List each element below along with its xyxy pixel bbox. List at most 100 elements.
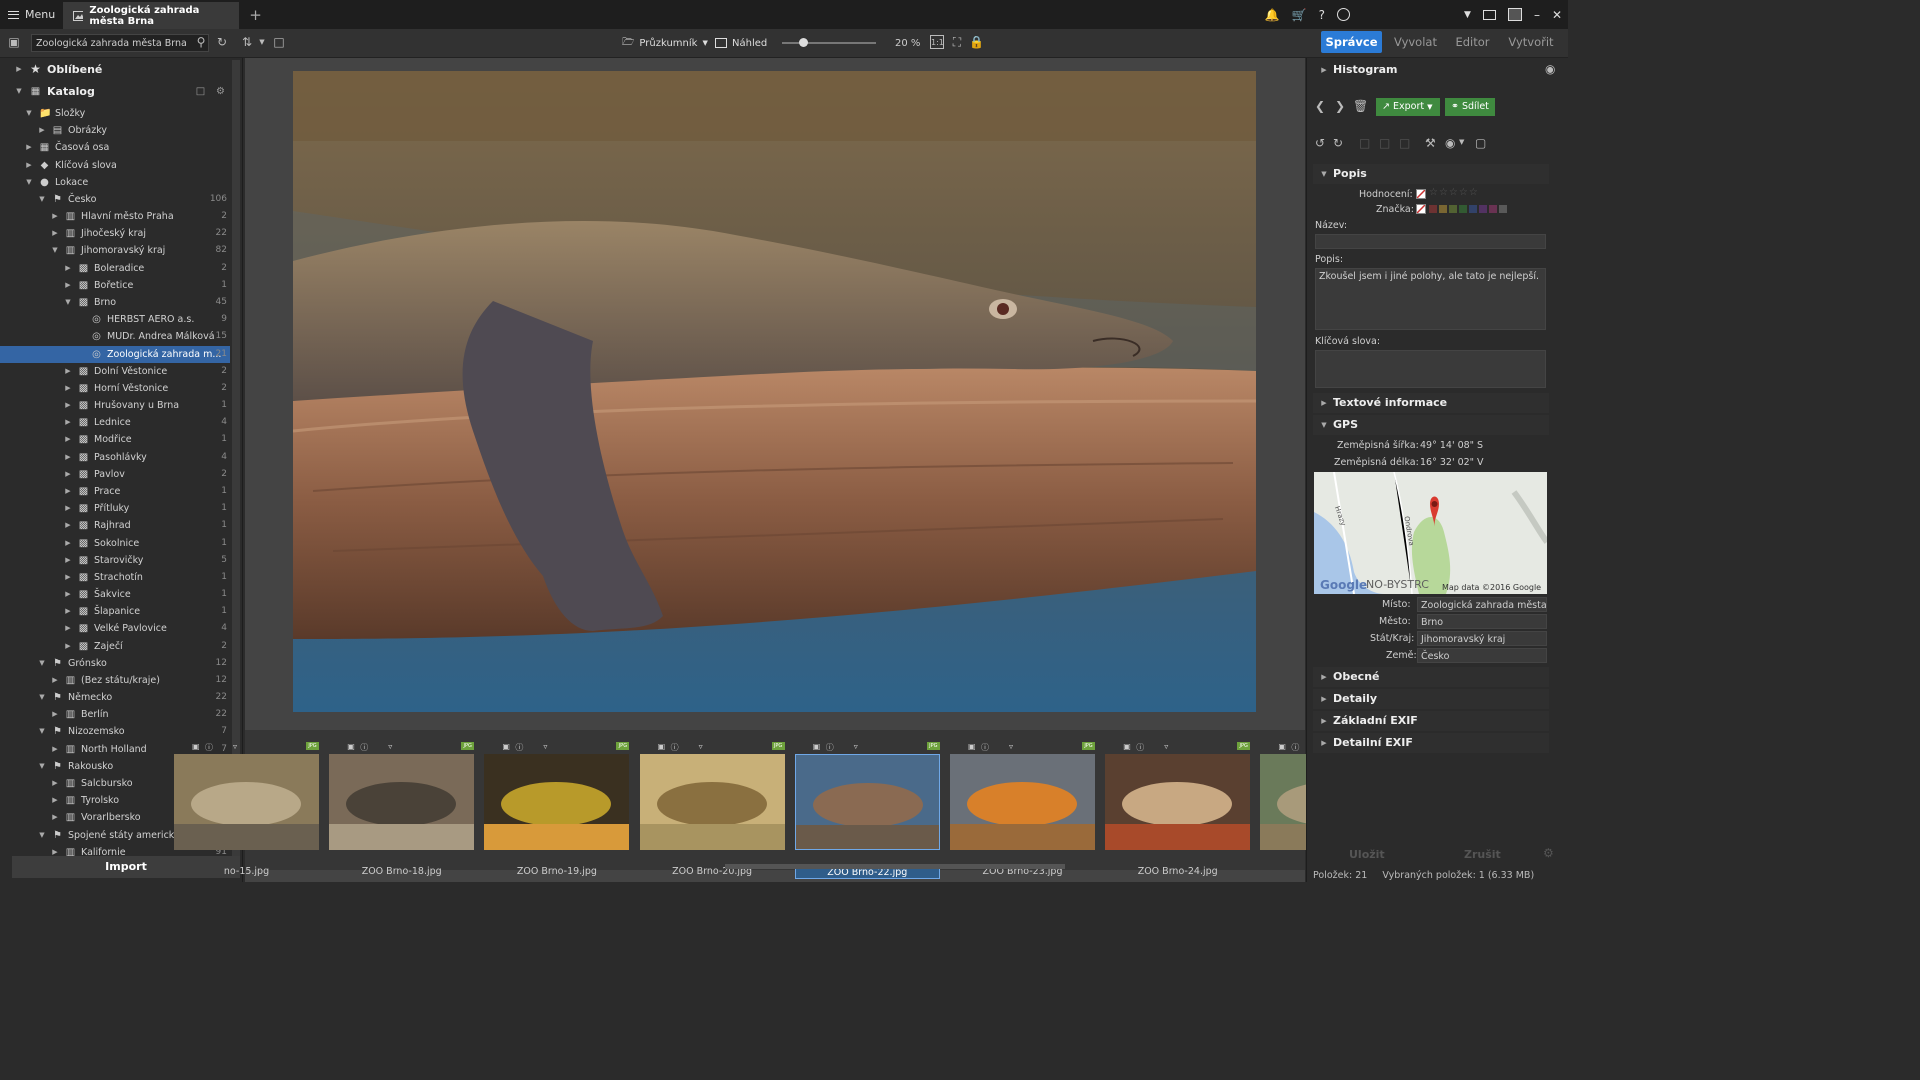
tree-item[interactable]: ▼ 📁 Složky	[0, 105, 230, 122]
explorer-mode-button[interactable]: 🗁 Průzkumník ▼	[622, 34, 708, 52]
tree-item[interactable]: ▶ ▥ Berlín 22	[0, 706, 230, 723]
color-mark-swatch[interactable]	[1449, 205, 1457, 213]
chevron-right-icon[interactable]: ▶	[63, 517, 73, 534]
gps-section[interactable]: ▼ GPS	[1313, 415, 1549, 435]
chevron-right-icon[interactable]: ▶	[24, 157, 34, 174]
chevron-right-icon[interactable]: ▶	[50, 792, 60, 809]
chevron-right-icon[interactable]: ▶	[63, 569, 73, 586]
cart-icon[interactable]: 🛒	[1292, 8, 1307, 22]
settings-icon[interactable]: ◉	[1545, 62, 1555, 76]
chevron-right-icon[interactable]: ▶	[63, 466, 73, 483]
tree-item[interactable]: ▶ ▩ Šlapanice 1	[0, 603, 230, 620]
rotate-left-icon[interactable]: ↺	[1315, 136, 1325, 150]
tree-item[interactable]: ▶ ▩ Hrušovany u Brna 1	[0, 397, 230, 414]
fullscreen-icon[interactable]	[1507, 8, 1522, 21]
tree-item[interactable]: ▶ ▩ Velké Pavlovice 4	[0, 620, 230, 637]
tree-item[interactable]: ▶ ▥ (Bez státu/kraje) 12	[0, 672, 230, 689]
tree-item[interactable]: ▼ ▩ Brno 45	[0, 294, 230, 311]
tree-item[interactable]: ▶ ▩ Strachotín 1	[0, 569, 230, 586]
color-mark-swatch[interactable]	[1459, 205, 1467, 213]
catalog-item[interactable]: ▼ ▦ Katalog □ ⚙	[0, 83, 230, 100]
export-button[interactable]: ↗ Export ▼	[1376, 98, 1440, 116]
browse-folder-icon[interactable]: ▣	[7, 35, 21, 49]
chevron-down-icon[interactable]: ▼	[37, 758, 47, 775]
color-mark-swatch[interactable]	[1429, 205, 1437, 213]
color-marks[interactable]	[1429, 205, 1507, 213]
color-mark-swatch[interactable]	[1469, 205, 1477, 213]
help-icon[interactable]: ?	[1319, 8, 1325, 22]
tree-item[interactable]: ▶ ▤ Obrázky	[0, 122, 230, 139]
tree-item[interactable]: ▶ ▩ Bořetice 1	[0, 277, 230, 294]
tree-item[interactable]: ▼ ● Lokace	[0, 174, 230, 191]
main-photo[interactable]	[293, 71, 1256, 712]
tree-item[interactable]: ▶ ▩ Šakvice 1	[0, 586, 230, 603]
tree-item[interactable]: ◎ MUDr. Andrea Málková 15	[0, 328, 230, 345]
close-icon[interactable]: ✕	[1552, 8, 1562, 22]
country-field[interactable]: Česko	[1417, 648, 1547, 663]
tab-manager[interactable]: Správce	[1321, 31, 1382, 53]
search-input[interactable]	[31, 34, 209, 52]
lock-icon[interactable]: 🔒	[969, 35, 984, 49]
color-mark-swatch[interactable]	[1439, 205, 1447, 213]
chevron-down-icon[interactable]: ▼	[1459, 138, 1464, 146]
refresh-icon[interactable]: ↻	[215, 35, 229, 49]
share-button[interactable]: ⚭ Sdílet	[1445, 98, 1495, 116]
tree-item[interactable]: ▼ ▥ Jihomoravský kraj 82	[0, 242, 230, 259]
filmstrip-thumbnail[interactable]: ▣ ⓘ ▿ JPG ZOO Brno-19.jpg	[484, 742, 630, 877]
chevron-right-icon[interactable]: ▶	[63, 535, 73, 552]
tree-item[interactable]: ▶ ▩ Modřice 1	[0, 431, 230, 448]
chevron-right-icon[interactable]: ▶	[50, 672, 60, 689]
folder-up-icon[interactable]: □	[272, 35, 286, 49]
chevron-right-icon[interactable]: ▶	[63, 483, 73, 500]
tree-item[interactable]: ▶ ◆ Klíčová slova	[0, 157, 230, 174]
chevron-right-icon[interactable]: ▶	[63, 638, 73, 655]
tree-item[interactable]: ▶ ▩ Boleradice 2	[0, 260, 230, 277]
search-icon[interactable]: ⚲	[194, 35, 208, 49]
info-section[interactable]: ▶ Obecné	[1313, 667, 1549, 687]
rating-stars[interactable]: ☆☆☆☆☆	[1429, 187, 1479, 198]
tree-item[interactable]: ▶ ▩ Pasohlávky 4	[0, 449, 230, 466]
tab-develop[interactable]: Vyvolat	[1388, 31, 1443, 53]
chevron-down-icon[interactable]: ▼	[37, 689, 47, 706]
tree-item[interactable]: ▼ ⚑ Grónsko 12	[0, 655, 230, 672]
tree-item[interactable]: ▶ ▩ Prace 1	[0, 483, 230, 500]
tree-item[interactable]: ▶ ▥ Hlavní město Praha 2	[0, 208, 230, 225]
rating-clear-icon[interactable]	[1416, 189, 1426, 199]
desc-field[interactable]: Zkoušel jsem i jiné polohy, ale tato je …	[1315, 268, 1546, 330]
chevron-down-icon[interactable]: ▼	[37, 655, 47, 672]
filmstrip-thumbnail[interactable]: ▣ ⓘ ▿ JPG ZOO Brno-24.jpg	[1105, 742, 1251, 877]
info-section[interactable]: ▶ Detailní EXIF	[1313, 733, 1549, 753]
tree-item[interactable]: ◎ HERBST AERO a.s. 9	[0, 311, 230, 328]
tree-item[interactable]: ▶ ▩ Horní Věstonice 2	[0, 380, 230, 397]
chevron-down-icon[interactable]: ▼	[24, 174, 34, 191]
monitor-icon[interactable]	[1482, 9, 1496, 20]
chevron-right-icon[interactable]: ▶	[63, 603, 73, 620]
keywords-field[interactable]	[1315, 350, 1546, 388]
tab-editor[interactable]: Editor	[1450, 31, 1495, 53]
color-mark-swatch[interactable]	[1479, 205, 1487, 213]
tab-create[interactable]: Vytvořit	[1503, 31, 1559, 53]
text-info-section[interactable]: ▶ Textové informace	[1313, 393, 1549, 413]
actual-size-icon[interactable]: 1:1	[930, 35, 944, 49]
tree-item[interactable]: ▶ ▦ Časová osa	[0, 139, 230, 156]
sort-dropdown-icon[interactable]: ▼	[255, 35, 269, 49]
chevron-right-icon[interactable]: ▶	[50, 225, 60, 242]
gps-map[interactable]: Hrazy Ondrova Google NO-BYSTRC Map data …	[1314, 472, 1547, 594]
info-section[interactable]: ▶ Detaily	[1313, 689, 1549, 709]
chevron-right-icon[interactable]: ▶	[63, 380, 73, 397]
filmstrip-thumbnail[interactable]: ▣ ⓘ ▿ JPG ZOO Brno-23.jpg	[950, 742, 1095, 877]
delete-icon[interactable]: 🗑	[1353, 99, 1368, 113]
frame-icon[interactable]: ▢	[1475, 136, 1486, 150]
color-mark-swatch[interactable]	[1489, 205, 1497, 213]
tools-icon[interactable]: ⚒	[1425, 136, 1436, 150]
chevron-right-icon[interactable]: ▶	[50, 706, 60, 723]
chevron-right-icon[interactable]: ▶	[63, 620, 73, 637]
state-field[interactable]: Jihomoravský kraj	[1417, 631, 1547, 646]
new-tab-icon[interactable]: +	[239, 6, 272, 24]
tree-item[interactable]: ▶ ▩ Starovičky 5	[0, 552, 230, 569]
chevron-down-icon[interactable]: ▼	[37, 191, 47, 208]
save-button[interactable]: Uložit	[1349, 848, 1385, 861]
bell-icon[interactable]: 🔔	[1265, 8, 1280, 22]
chevron-right-icon[interactable]: ▶	[37, 122, 47, 139]
zoom-slider[interactable]	[782, 42, 876, 44]
